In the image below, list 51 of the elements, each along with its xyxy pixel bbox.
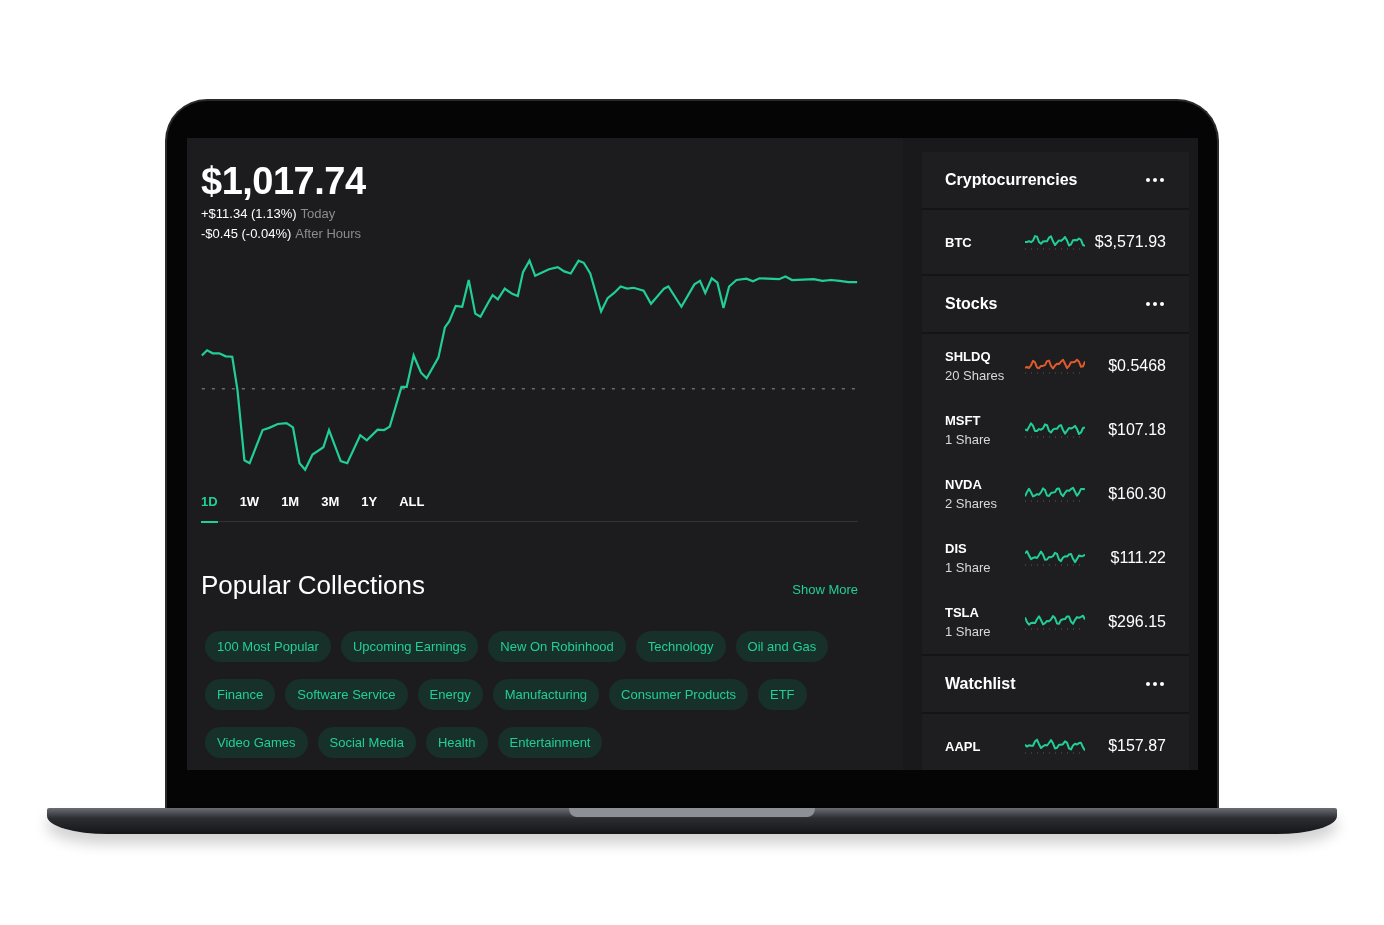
share-count: 1 Share (945, 560, 992, 575)
section-title: Popular Collections (201, 570, 425, 601)
more-icon[interactable] (1144, 680, 1166, 688)
section-title: Stocks (945, 295, 998, 313)
collection-chip[interactable]: Manufacturing (492, 679, 600, 710)
collection-chip[interactable]: Entertainment (497, 727, 603, 758)
price: $160.30 (1108, 485, 1166, 503)
ticker-symbol: AAPL (945, 738, 982, 754)
collection-chip[interactable]: Energy (417, 679, 483, 710)
portfolio-value: $1,017.74 (201, 159, 367, 204)
ticker-symbol: SHLDQ (945, 349, 992, 364)
price: $0.5468 (1108, 357, 1166, 375)
share-count: 1 Share (945, 624, 992, 639)
collection-chip[interactable]: Finance (205, 679, 276, 710)
range-tab[interactable]: ALL (399, 494, 425, 523)
ticker-symbol: TSLA (945, 605, 980, 620)
collection-chip[interactable]: New On Robinhood (488, 631, 626, 662)
collection-chip[interactable]: Upcoming Earnings (340, 631, 479, 662)
ticker-symbol: MSFT (945, 413, 982, 428)
more-icon[interactable] (1144, 176, 1166, 184)
collection-chip[interactable]: Technology (635, 631, 726, 662)
section-title: Cryptocurrencies (945, 171, 1078, 189)
range-tab[interactable]: 1D (201, 494, 218, 523)
collection-chip[interactable]: 100 Most Popular (205, 631, 331, 662)
more-icon[interactable] (1144, 300, 1166, 308)
range-tab[interactable]: 1Y (361, 494, 378, 523)
price: $111.22 (1110, 549, 1166, 567)
collection-chip[interactable]: Consumer Products (609, 679, 748, 710)
collection-chip[interactable]: Video Games (205, 727, 308, 758)
range-tab[interactable]: 1M (281, 494, 300, 523)
share-count: 1 Share (945, 432, 992, 447)
price: $157.87 (1108, 737, 1166, 755)
price: $107.18 (1108, 421, 1166, 439)
range-tab[interactable]: 3M (321, 494, 340, 523)
collection-chip[interactable]: Software Service (285, 679, 408, 710)
section-title: Watchlist (945, 675, 1016, 693)
price: $296.15 (1108, 613, 1166, 631)
collection-chip[interactable]: Health (425, 727, 488, 758)
collection-chip[interactable]: ETF (758, 679, 807, 710)
share-count: 2 Shares (945, 496, 999, 511)
value-change: +$11.34 (1.13%) Today (201, 205, 337, 223)
value-change: -$0.45 (-0.04%) After Hours (201, 225, 363, 243)
ticker-symbol: DIS (945, 541, 968, 556)
show-more-link[interactable]: Show More (792, 582, 858, 597)
ticker-symbol: BTC (945, 234, 973, 250)
collection-chip[interactable]: Social Media (317, 727, 416, 758)
share-count: 20 Shares (945, 368, 1006, 383)
price: $3,571.93 (1094, 233, 1166, 251)
collection-chip[interactable]: Oil and Gas (735, 631, 829, 662)
ticker-symbol: NVDA (945, 477, 983, 492)
range-tab[interactable]: 1W (239, 494, 260, 523)
